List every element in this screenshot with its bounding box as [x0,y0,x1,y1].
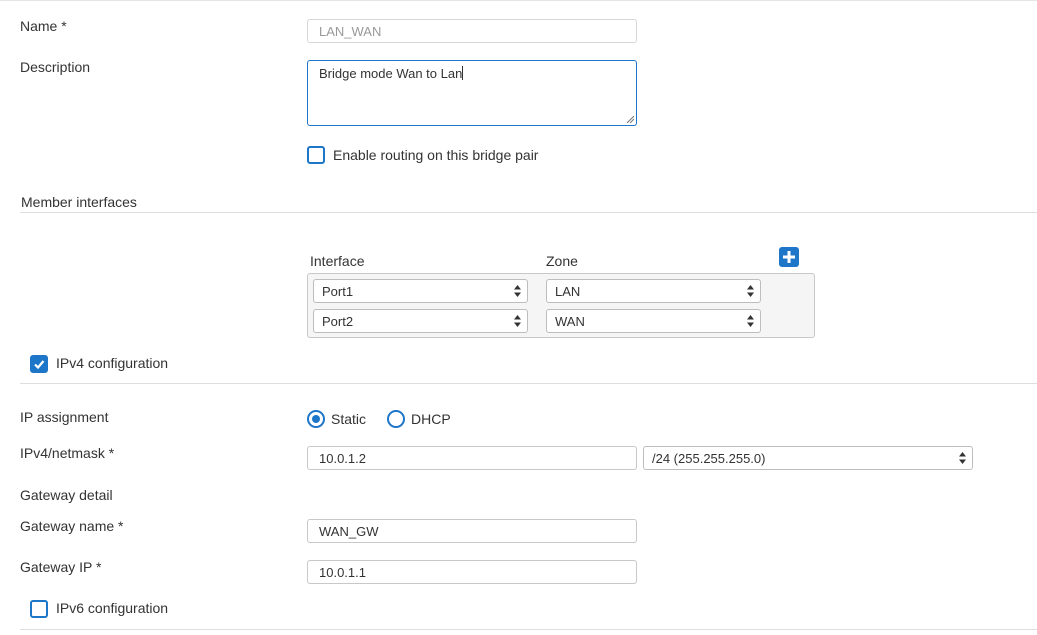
static-label: Static [331,411,367,427]
gateway-name-field[interactable]: WAN_GW [307,519,637,543]
netmask-select[interactable]: /24 (255.255.255.0) [643,446,973,470]
select-arrows-icon [747,315,754,327]
text-cursor [462,66,464,80]
interface-column-header: Interface [310,253,365,269]
resize-grip-icon[interactable] [627,116,634,123]
member-row-2-zone-select[interactable]: WAN [546,309,761,333]
enable-routing-label: Enable routing on this bridge pair [333,147,539,163]
ipv6-configuration-checkbox[interactable] [30,600,48,618]
member-row-1-zone-value: LAN [555,284,581,299]
gateway-detail-label: Gateway detail [20,487,113,503]
netmask-value: /24 (255.255.255.0) [652,451,766,466]
ipv4-configuration-label: IPv4 configuration [56,355,169,371]
ipv6-configuration-label: IPv6 configuration [56,600,169,616]
checkmark-icon [34,360,45,370]
gateway-ip-field[interactable]: 10.0.1.1 [307,560,637,584]
member-row-2-interface-select[interactable]: Port2 [313,309,528,333]
dhcp-label: DHCP [411,411,451,427]
name-field[interactable]: LAN_WAN [307,19,637,43]
static-radio[interactable] [307,410,325,428]
select-arrows-icon [514,315,521,327]
member-interfaces-divider [20,212,1037,213]
select-arrows-icon [747,285,754,297]
plus-icon [783,251,795,263]
description-label: Description [20,59,91,75]
member-row-1-interface-value: Port1 [322,284,354,299]
description-field[interactable]: Bridge mode Wan to Lan [307,60,637,126]
member-row-1-interface-select[interactable]: Port1 [313,279,528,303]
ipv4-address-field[interactable]: 10.0.1.2 [307,446,637,470]
ipv6-divider [20,629,1037,630]
add-member-button[interactable] [779,247,799,267]
member-row-1-zone-select[interactable]: LAN [546,279,761,303]
name-label: Name * [20,18,67,34]
select-arrows-icon [959,452,966,464]
top-divider [0,0,1037,3]
description-text: Bridge mode Wan to Lan [319,66,463,81]
ipv4-configuration-checkbox[interactable] [30,355,48,373]
member-row-2-interface-value: Port2 [322,314,354,329]
member-row-2-zone-value: WAN [555,314,585,329]
gateway-ip-label: Gateway IP * [20,559,102,575]
ip-assignment-label: IP assignment [20,409,109,425]
member-interfaces-title: Member interfaces [21,194,137,210]
gateway-name-label: Gateway name * [20,518,124,534]
select-arrows-icon [514,285,521,297]
zone-column-header: Zone [546,253,578,269]
ipv4-netmask-label: IPv4/netmask * [20,445,115,461]
ipv4-divider [20,383,1037,384]
enable-routing-checkbox[interactable] [307,146,325,164]
dhcp-radio[interactable] [387,410,405,428]
